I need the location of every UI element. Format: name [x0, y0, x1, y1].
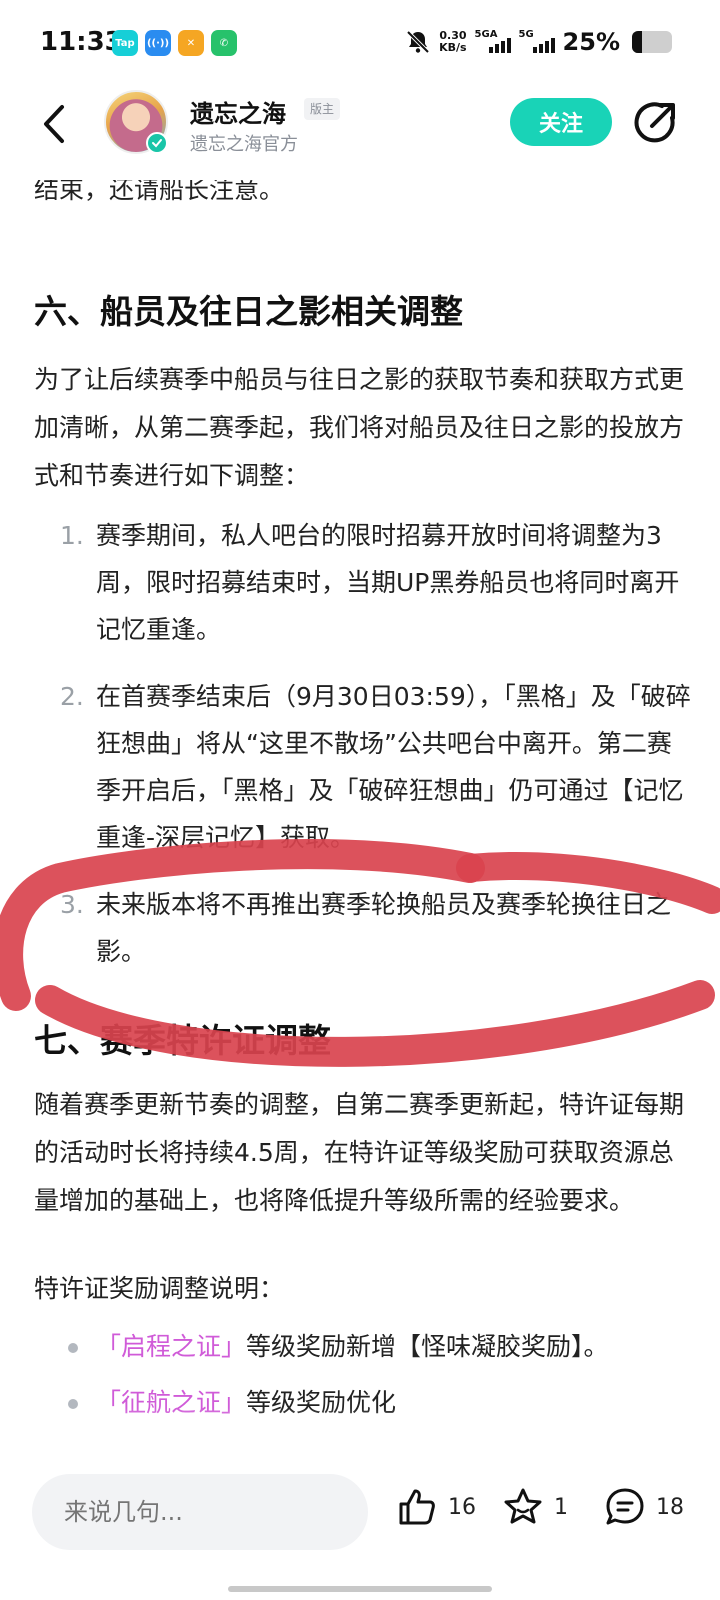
signal-5g-icon: 5G — [519, 29, 555, 55]
favorite-button[interactable]: 1 — [502, 1486, 568, 1528]
favorite-count: 1 — [554, 1494, 568, 1520]
comment-button[interactable]: 18 — [604, 1486, 684, 1528]
status-time: 11:33 — [40, 27, 123, 57]
net-speed: 0.30 KB/s — [439, 30, 466, 54]
battery-fill — [632, 31, 642, 53]
list-item: 「启程之证」等级奖励新增【怪味凝胶奖励】。 — [34, 1319, 694, 1375]
signal-5g-label: 5G — [518, 29, 534, 40]
taptap-icon: Tap — [112, 30, 138, 56]
post-page: 11:33 Tap ((·)) ✕ ✆ 0.30 KB/s 5GA 5G 25%… — [0, 0, 720, 1600]
section-6-intro: 为了让后续赛季中船员与往日之影的获取节奏和获取方式更加清晰，从第二赛季起，我们将… — [34, 365, 685, 490]
list-item-text: 等级奖励新增【怪味凝胶奖励】。 — [246, 1332, 609, 1361]
verified-icon — [146, 132, 168, 154]
back-button[interactable] — [36, 102, 72, 146]
author-name[interactable]: 遗忘之海 — [190, 94, 286, 129]
battery-icon — [632, 31, 672, 53]
thumbs-up-icon — [399, 1489, 435, 1525]
radio-icon: ((·)) — [145, 30, 171, 56]
section-6-heading: 六、船员及往日之影相关调整 — [34, 292, 463, 331]
list-item: 1. 赛季期间，私人吧台的限时招募开放时间将调整为3周，限时招募结束时，当期UP… — [34, 512, 694, 653]
signal-5ga-icon: 5GA — [475, 29, 511, 55]
follow-button[interactable]: 关注 — [510, 98, 612, 146]
home-indicator[interactable] — [228, 1586, 492, 1592]
list-item-text: 在首赛季结束后（9月30日03:59），「黑格」及「破碎狂想曲」将从“这里不散场… — [96, 682, 691, 852]
notification-icons: Tap ((·)) ✕ ✆ — [112, 30, 237, 56]
share-icon — [634, 102, 675, 143]
section-7-body: 随着赛季更新节奏的调整，自第二赛季更新起，特许证每期的活动时长将持续4.5周，在… — [34, 1090, 685, 1215]
section-6-list: 1. 赛季期间，私人吧台的限时招募开放时间将调整为3周，限时招募结束时，当期UP… — [34, 512, 694, 975]
comment-input[interactable] — [32, 1474, 368, 1550]
bottom-action-bar: 16 1 18 — [0, 1408, 720, 1600]
status-right: 0.30 KB/s 5GA 5G 25% — [405, 28, 672, 56]
star-icon — [504, 1488, 542, 1524]
like-count: 16 — [448, 1494, 476, 1520]
list-item-number: 1. — [60, 521, 84, 550]
chevron-left-icon — [44, 105, 64, 143]
status-bar: 11:33 Tap ((·)) ✕ ✆ 0.30 KB/s 5GA 5G 25% — [0, 0, 720, 88]
pass-name-link[interactable]: 「启程之证」 — [96, 1332, 246, 1361]
battery-percent: 25% — [562, 28, 620, 56]
list-item-number: 2. — [60, 682, 84, 711]
article-body: 结束，还请船长注意。 六、船员及往日之影相关调整 为了让后续赛季中船员与往日之影… — [34, 160, 694, 1431]
app-icon: ✕ — [178, 30, 204, 56]
phone-icon: ✆ — [211, 30, 237, 56]
pass-reward-label: 特许证奖励调整说明： — [34, 1274, 285, 1303]
section-7-heading: 七、赛季特许证调整 — [34, 1021, 331, 1060]
post-header: 遗忘之海 版主 遗忘之海官方 关注 — [0, 88, 720, 180]
mute-bell-icon — [406, 30, 430, 54]
list-item: 3. 未来版本将不再推出赛季轮换船员及赛季轮换往日之影。 — [34, 881, 694, 975]
list-item-number: 3. — [60, 890, 84, 919]
comment-count: 18 — [656, 1494, 684, 1520]
author-subtitle: 遗忘之海官方 — [190, 134, 298, 155]
moderator-badge: 版主 — [304, 98, 341, 120]
list-item-text: 未来版本将不再推出赛季轮换船员及赛季轮换往日之影。 — [96, 890, 672, 966]
share-button[interactable] — [632, 100, 678, 146]
net-speed-unit: KB/s — [439, 41, 467, 54]
comment-bubble-icon — [606, 1488, 644, 1525]
list-item-text: 赛季期间，私人吧台的限时招募开放时间将调整为3周，限时招募结束时，当期UP黑券船… — [96, 521, 680, 644]
bullet-icon — [68, 1343, 78, 1353]
list-item: 2. 在首赛季结束后（9月30日03:59），「黑格」及「破碎狂想曲」将从“这里… — [34, 673, 694, 861]
like-button[interactable]: 16 — [396, 1486, 476, 1528]
